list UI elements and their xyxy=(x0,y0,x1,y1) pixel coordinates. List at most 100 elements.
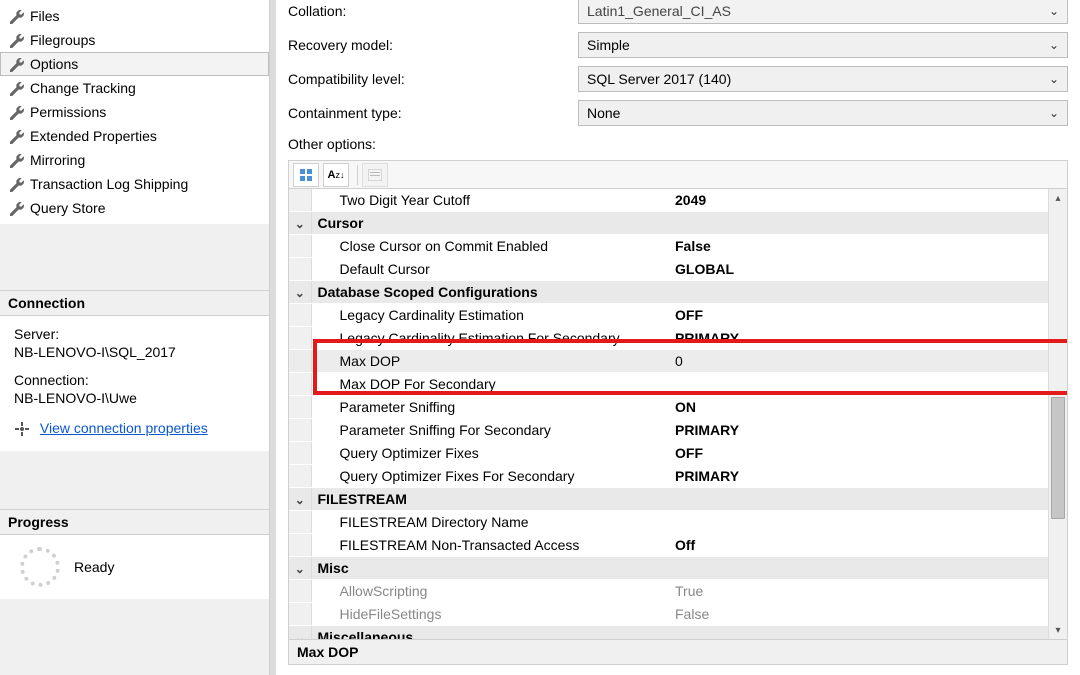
prop-key: Close Cursor on Commit Enabled xyxy=(311,235,671,258)
server-label: Server: xyxy=(14,326,255,342)
nav-label: Permissions xyxy=(30,104,106,120)
alphabetical-btn[interactable]: Az↓ xyxy=(323,163,349,187)
nav-files[interactable]: Files xyxy=(0,4,269,28)
nav-label: Files xyxy=(30,8,60,24)
recovery-model-dropdown[interactable]: Simple ⌄ xyxy=(578,32,1068,58)
nav-label: Extended Properties xyxy=(30,128,157,144)
prop-close-cursor-on-commit[interactable]: Close Cursor on Commit Enabled False xyxy=(289,235,1049,258)
nav-options[interactable]: Options xyxy=(0,52,269,76)
nav-query-store[interactable]: Query Store xyxy=(0,196,269,220)
connection-label: Connection: xyxy=(14,372,255,388)
nav-label: Query Store xyxy=(30,200,105,216)
categorized-btn[interactable] xyxy=(293,163,319,187)
prop-parameter-sniffing-secondary[interactable]: Parameter Sniffing For Secondary PRIMARY xyxy=(289,419,1049,442)
progress-panel: Ready xyxy=(0,535,269,599)
category-filestream[interactable]: ⌄ FILESTREAM xyxy=(289,488,1049,511)
prop-hide-file-settings[interactable]: HideFileSettings False xyxy=(289,603,1049,626)
prop-val: OFF xyxy=(671,442,1049,465)
category-miscellaneous[interactable]: ⌄ Miscellaneous xyxy=(289,626,1049,640)
options-page: Collation: Latin1_General_CI_AS ⌄ Recove… xyxy=(276,0,1080,675)
containment-type-dropdown[interactable]: None ⌄ xyxy=(578,100,1068,126)
wrench-icon xyxy=(8,128,24,144)
prop-filestream-non-transacted-access[interactable]: FILESTREAM Non-Transacted Access Off xyxy=(289,534,1049,557)
nav-permissions[interactable]: Permissions xyxy=(0,100,269,124)
prop-val: False xyxy=(671,603,1049,626)
category-cursor[interactable]: ⌄ Cursor xyxy=(289,212,1049,235)
prop-query-optimizer-fixes-secondary[interactable]: Query Optimizer Fixes For Secondary PRIM… xyxy=(289,465,1049,488)
nav-extended-properties[interactable]: Extended Properties xyxy=(0,124,269,148)
prop-parameter-sniffing[interactable]: Parameter Sniffing ON xyxy=(289,396,1049,419)
other-options-label: Other options: xyxy=(276,130,1080,160)
nav-mirroring[interactable]: Mirroring xyxy=(0,148,269,172)
view-connection-properties-link[interactable]: View connection properties xyxy=(40,420,208,436)
collapse-icon: ⌄ xyxy=(295,631,305,639)
prop-key: Parameter Sniffing xyxy=(311,396,671,419)
containment-value: None xyxy=(587,105,620,121)
chevron-down-icon: ⌄ xyxy=(1049,4,1059,18)
prop-max-dop[interactable]: Max DOP 0 xyxy=(289,350,1049,373)
prop-default-cursor[interactable]: Default Cursor GLOBAL xyxy=(289,258,1049,281)
category-label: Misc xyxy=(311,557,1049,580)
prop-val: PRIMARY xyxy=(671,419,1049,442)
prop-val: ON xyxy=(671,396,1049,419)
collapse-icon: ⌄ xyxy=(295,217,305,231)
prop-key: AllowScripting xyxy=(311,580,671,603)
category-misc[interactable]: ⌄ Misc xyxy=(289,557,1049,580)
collation-dropdown[interactable]: Latin1_General_CI_AS ⌄ xyxy=(578,0,1068,24)
prop-two-digit-year-cutoff[interactable]: Two Digit Year Cutoff 2049 xyxy=(289,189,1049,212)
prop-val: GLOBAL xyxy=(671,258,1049,281)
prop-legacy-cardinality-estimation-secondary[interactable]: Legacy Cardinality Estimation For Second… xyxy=(289,327,1049,350)
nav-label: Options xyxy=(30,56,78,72)
compatibility-level-dropdown[interactable]: SQL Server 2017 (140) ⌄ xyxy=(578,66,1068,92)
prop-key: HideFileSettings xyxy=(311,603,671,626)
wrench-icon xyxy=(8,8,24,24)
collation-value: Latin1_General_CI_AS xyxy=(587,3,731,19)
prop-val: Off xyxy=(671,534,1049,557)
connection-props-icon xyxy=(14,421,30,437)
prop-allow-scripting[interactable]: AllowScripting True xyxy=(289,580,1049,603)
scroll-down-btn[interactable]: ▾ xyxy=(1049,621,1067,639)
scroll-thumb[interactable] xyxy=(1051,397,1065,519)
scroll-up-btn[interactable]: ▴ xyxy=(1049,189,1067,207)
category-label: Miscellaneous xyxy=(311,626,1049,640)
prop-legacy-cardinality-estimation[interactable]: Legacy Cardinality Estimation OFF xyxy=(289,304,1049,327)
nav-transaction-log-shipping[interactable]: Transaction Log Shipping xyxy=(0,172,269,196)
connection-header: Connection xyxy=(0,290,269,316)
prop-val: OFF xyxy=(671,304,1049,327)
prop-val: 0 xyxy=(671,350,1049,373)
left-pane: Files Filegroups Options Change Tracking… xyxy=(0,0,270,675)
property-grid: Two Digit Year Cutoff 2049 ⌄ Cursor Clos… xyxy=(288,188,1068,640)
wrench-icon xyxy=(8,152,24,168)
prop-val: PRIMARY xyxy=(671,465,1049,488)
prop-key: Max DOP xyxy=(311,350,671,373)
prop-key: Query Optimizer Fixes For Secondary xyxy=(311,465,671,488)
progress-spinner-icon xyxy=(20,547,60,587)
wrench-icon xyxy=(8,32,24,48)
prop-filestream-directory-name[interactable]: FILESTREAM Directory Name xyxy=(289,511,1049,534)
chevron-down-icon: ⌄ xyxy=(1049,72,1059,86)
connection-value: NB-LENOVO-I\Uwe xyxy=(14,390,255,406)
prop-key: Legacy Cardinality Estimation xyxy=(311,304,671,327)
prop-key: Legacy Cardinality Estimation For Second… xyxy=(311,327,671,350)
prop-query-optimizer-fixes[interactable]: Query Optimizer Fixes OFF xyxy=(289,442,1049,465)
nav-filegroups[interactable]: Filegroups xyxy=(0,28,269,52)
wrench-icon xyxy=(8,200,24,216)
prop-key: Parameter Sniffing For Secondary xyxy=(311,419,671,442)
page-navigator: Files Filegroups Options Change Tracking… xyxy=(0,0,269,224)
collation-label: Collation: xyxy=(288,3,578,19)
category-database-scoped-configurations[interactable]: ⌄ Database Scoped Configurations xyxy=(289,281,1049,304)
wrench-icon xyxy=(8,176,24,192)
nav-label: Filegroups xyxy=(30,32,95,48)
chevron-down-icon: ⌄ xyxy=(1049,38,1059,52)
nav-change-tracking[interactable]: Change Tracking xyxy=(0,76,269,100)
category-label: Cursor xyxy=(311,212,1049,235)
recovery-value: Simple xyxy=(587,37,630,53)
prop-val xyxy=(671,511,1049,534)
grid-scrollbar[interactable]: ▴ ▾ xyxy=(1048,189,1067,639)
category-label: FILESTREAM xyxy=(311,488,1049,511)
wrench-icon xyxy=(8,56,24,72)
compat-value: SQL Server 2017 (140) xyxy=(587,71,731,87)
connection-panel: Server: NB-LENOVO-I\SQL_2017 Connection:… xyxy=(0,316,269,451)
prop-key: Query Optimizer Fixes xyxy=(311,442,671,465)
prop-max-dop-secondary[interactable]: Max DOP For Secondary xyxy=(289,373,1049,396)
